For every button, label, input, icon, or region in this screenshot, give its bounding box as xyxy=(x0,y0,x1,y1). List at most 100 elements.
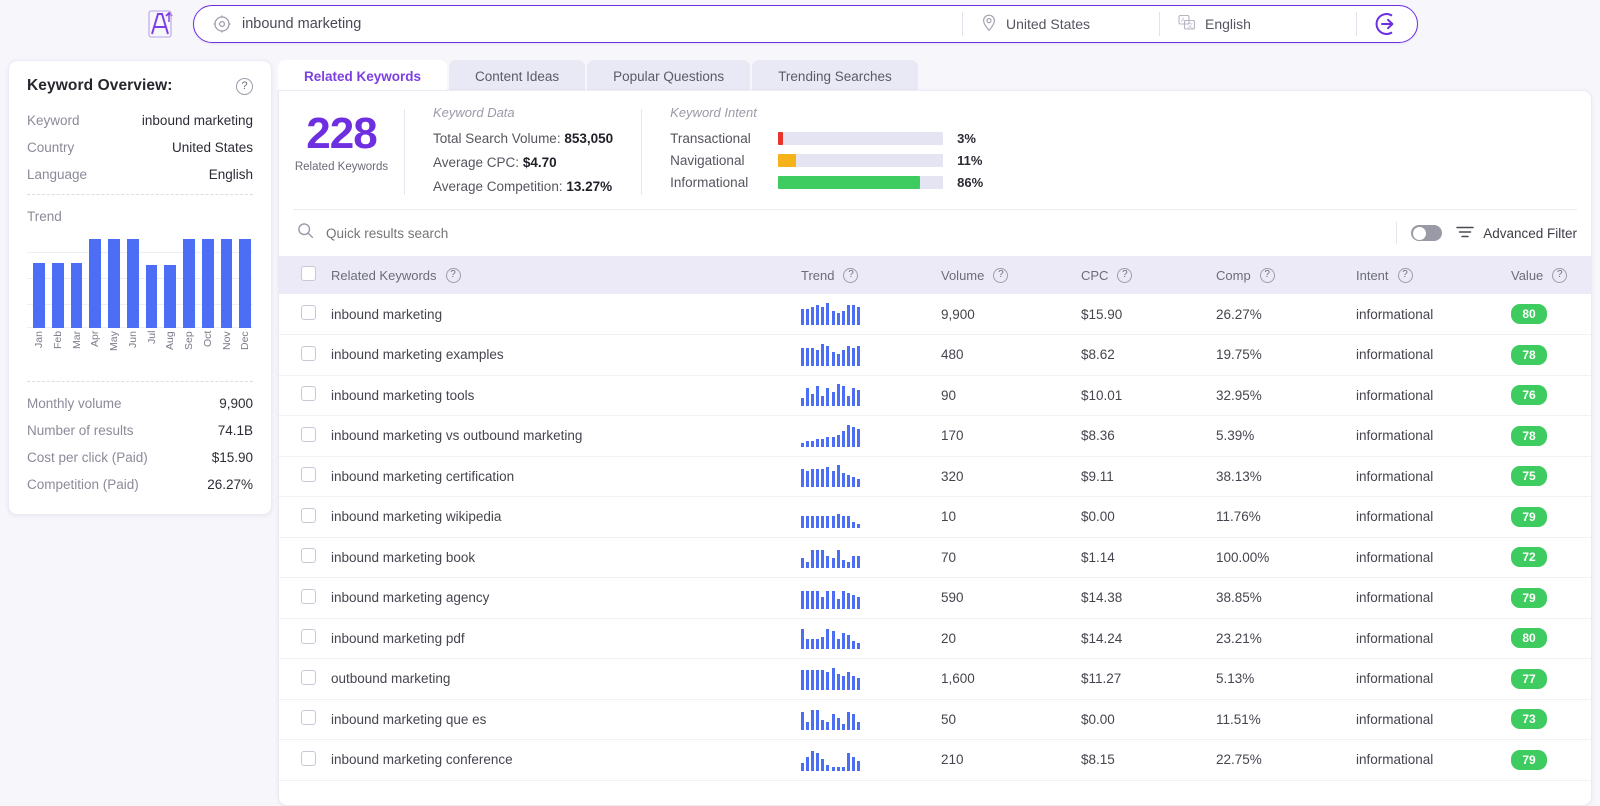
tab-popular-questions[interactable]: Popular Questions xyxy=(587,60,751,92)
keyword-data-heading: Keyword Data xyxy=(433,105,515,120)
tab-content-ideas[interactable]: Content Ideas xyxy=(449,60,586,92)
trend-sparkline xyxy=(801,627,941,650)
intent-cell: informational xyxy=(1356,428,1434,444)
keyword-cell[interactable]: inbound marketing examples xyxy=(331,335,801,376)
trend-bar xyxy=(70,262,83,328)
table-row[interactable]: inbound marketing wikipedia 10 $0.00 11.76%… xyxy=(279,497,1591,538)
table-row[interactable]: inbound marketing pdf 20 $14.24 23.21% infor… xyxy=(279,618,1591,659)
table-row[interactable]: inbound marketing agency 590 $14.38 38.85% i… xyxy=(279,578,1591,619)
row-select-cell xyxy=(279,659,331,700)
keyword-cell[interactable]: inbound marketing book xyxy=(331,537,801,578)
country-selector[interactable]: United States xyxy=(963,6,1159,42)
trend-sparkline xyxy=(801,587,941,609)
column-header-trend[interactable]: Trend ? xyxy=(801,256,941,294)
question-mark-icon[interactable]: ? xyxy=(993,267,1009,283)
comp-cell: 26.27% xyxy=(1216,306,1262,322)
column-header-volume[interactable]: Volume ? xyxy=(941,256,1081,294)
trend-axis-labels: Jan Feb Mar Apr May Jun Jul Aug Sep Oct Nov Dec xyxy=(27,331,253,369)
quick-results-search-input[interactable] xyxy=(326,220,746,246)
row-checkbox[interactable] xyxy=(301,750,316,766)
table-row[interactable]: inbound marketing examples 480 $8.62 19.75%… xyxy=(279,335,1591,376)
tab-label: Related Keywords xyxy=(304,68,422,84)
question-mark-icon[interactable]: ? xyxy=(236,77,253,95)
row-checkbox[interactable] xyxy=(301,588,316,604)
keyword-cell[interactable]: inbound marketing tools xyxy=(331,375,801,416)
trend-sparkline-cell xyxy=(801,740,941,781)
main-search-bar[interactable]: United States A 文 English xyxy=(193,5,1418,43)
row-checkbox[interactable] xyxy=(301,710,316,726)
table-row[interactable]: inbound marketing vs outbound marketing 1… xyxy=(279,416,1591,457)
keyword-cell[interactable]: inbound marketing xyxy=(331,294,801,335)
trend-sparkline xyxy=(801,708,941,731)
trend-sparkline xyxy=(801,343,941,366)
column-header-intent[interactable]: Intent ? xyxy=(1356,256,1511,294)
table-row[interactable]: outbound marketing 1,600 $11.27 5.13% inform… xyxy=(279,659,1591,700)
row-checkbox[interactable] xyxy=(301,345,316,361)
comp-cell: 19.75% xyxy=(1216,347,1262,363)
average-cpc-row: Average CPC: $4.70 xyxy=(433,155,613,170)
keyword-cell[interactable]: inbound marketing pdf xyxy=(331,618,801,659)
question-mark-icon[interactable]: ? xyxy=(843,267,859,283)
keyword-cell[interactable]: outbound marketing xyxy=(331,659,801,700)
value-badge: 78 xyxy=(1511,425,1547,446)
volume-cell: 10 xyxy=(941,509,957,525)
keyword-cell[interactable]: inbound marketing certification xyxy=(331,456,801,497)
keyword-tool-logo-icon[interactable] xyxy=(141,7,177,41)
advanced-filter-toggle[interactable] xyxy=(1411,225,1443,241)
value-cell: 78 xyxy=(1511,416,1591,457)
table-row[interactable]: inbound marketing que es 50 $0.00 11.51% inf… xyxy=(279,699,1591,740)
cpc-cell: $15.90 xyxy=(1081,306,1123,322)
select-all-checkbox[interactable] xyxy=(301,266,316,281)
table-row[interactable]: inbound marketing book 70 $1.14 100.00% info… xyxy=(279,537,1591,578)
trend-bar xyxy=(126,238,139,328)
column-header-keyword[interactable]: Related Keywords ? xyxy=(331,256,801,294)
keyword-cell[interactable]: inbound marketing que es xyxy=(331,699,801,740)
intent-label: Navigational xyxy=(670,153,745,168)
row-checkbox[interactable] xyxy=(301,669,316,685)
keyword-cell[interactable]: inbound marketing wikipedia xyxy=(331,497,801,538)
tab-related-keywords[interactable]: Related Keywords xyxy=(278,60,448,92)
row-checkbox[interactable] xyxy=(301,386,316,402)
column-header-cpc[interactable]: CPC ? xyxy=(1081,256,1216,294)
trend-month-label: Apr xyxy=(89,331,102,348)
value-cell: 79 xyxy=(1511,578,1591,619)
value-badge: 73 xyxy=(1511,709,1547,730)
advanced-filter-button[interactable]: Advanced Filter xyxy=(1456,225,1577,242)
value-badge: 72 xyxy=(1511,547,1547,568)
table-row[interactable]: inbound marketing conference 210 $8.15 22.7… xyxy=(279,740,1591,781)
trend-sparkline xyxy=(801,303,941,325)
row-checkbox[interactable] xyxy=(301,629,316,645)
trend-bar xyxy=(51,262,64,328)
row-checkbox[interactable] xyxy=(301,467,316,483)
row-checkbox[interactable] xyxy=(301,426,316,442)
question-mark-icon[interactable]: ? xyxy=(1117,267,1133,283)
trend-month-label: Nov xyxy=(220,331,233,350)
trend-bar xyxy=(108,238,120,328)
question-mark-icon[interactable]: ? xyxy=(1259,267,1275,283)
column-header-value[interactable]: Value ? xyxy=(1511,256,1591,294)
row-checkbox[interactable] xyxy=(301,548,316,564)
language-selector[interactable]: A 文 English xyxy=(1160,6,1356,42)
tab-trending-searches[interactable]: Trending Searches xyxy=(752,60,918,92)
search-input[interactable] xyxy=(242,9,962,39)
column-label: CPC xyxy=(1081,267,1109,283)
location-pin-icon xyxy=(981,14,997,35)
column-header-comp[interactable]: Comp ? xyxy=(1216,256,1356,294)
row-checkbox[interactable] xyxy=(301,507,316,523)
table-row[interactable]: inbound marketing tools 90 $10.01 32.95% inf… xyxy=(279,375,1591,416)
table-row[interactable]: inbound marketing 9,900 $15.90 26.27% inform… xyxy=(279,294,1591,335)
value-cell: 76 xyxy=(1511,375,1591,416)
trend-sparkline-cell xyxy=(801,537,941,578)
keyword-cell[interactable]: inbound marketing vs outbound marketing xyxy=(331,416,801,457)
divider xyxy=(27,381,253,382)
cpc-cell: $11.27 xyxy=(1081,671,1122,687)
intent-cell: informational xyxy=(1356,590,1434,606)
question-mark-icon[interactable]: ? xyxy=(1552,267,1568,283)
question-mark-icon[interactable]: ? xyxy=(1397,267,1413,283)
row-checkbox[interactable] xyxy=(301,305,316,320)
search-submit-button[interactable] xyxy=(1373,10,1401,38)
keyword-cell[interactable]: inbound marketing agency xyxy=(331,578,801,619)
keyword-cell[interactable]: inbound marketing conference xyxy=(331,740,801,781)
table-row[interactable]: inbound marketing certification 320 $9.11 3… xyxy=(279,456,1591,497)
question-mark-icon[interactable]: ? xyxy=(445,267,461,283)
